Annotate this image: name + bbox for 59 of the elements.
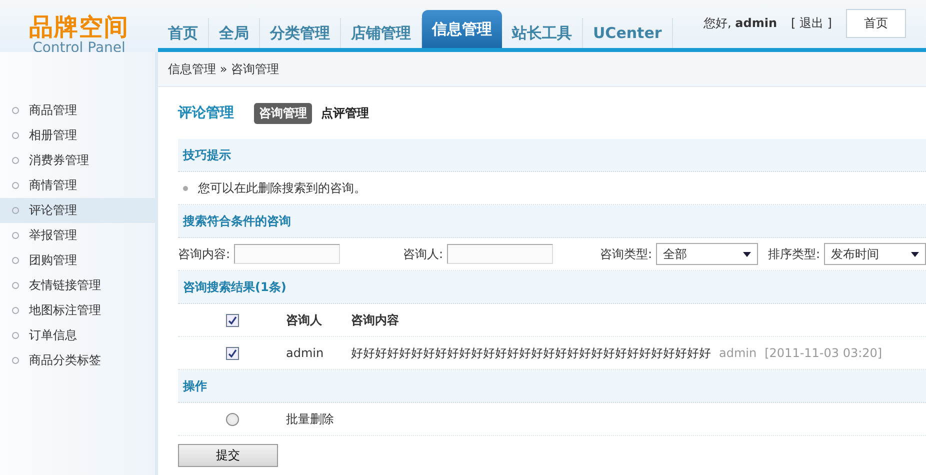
column-header: 咨询人 bbox=[286, 312, 323, 328]
tip-text: 您可以在此删除搜索到的咨询。 bbox=[198, 180, 366, 196]
user-greeting: 您好, admin bbox=[703, 15, 777, 32]
checkbox[interactable] bbox=[226, 314, 238, 326]
logo-subtitle: Control Panel bbox=[32, 40, 126, 56]
select-field[interactable]: 全部 bbox=[656, 243, 758, 265]
post-time: [2011-11-03 03:20] bbox=[764, 346, 882, 360]
bullet-icon bbox=[12, 307, 19, 314]
radio-button[interactable] bbox=[226, 412, 238, 426]
bullet-icon bbox=[12, 157, 19, 164]
nav-tab[interactable]: 信息管理 bbox=[422, 10, 502, 48]
section-header: 咨询搜索结果(1条) bbox=[178, 271, 926, 304]
caret-icon bbox=[743, 252, 751, 256]
input-field[interactable] bbox=[234, 244, 340, 264]
sidebar-item[interactable]: 商情管理 bbox=[0, 173, 155, 198]
poster-name: admin bbox=[719, 346, 757, 360]
field-label: 排序类型: bbox=[768, 246, 820, 262]
bullet-icon bbox=[12, 182, 19, 189]
sub-tab[interactable]: 咨询管理 bbox=[254, 102, 312, 124]
sidebar-item[interactable]: 地图标注管理 bbox=[0, 298, 155, 323]
bullet-icon bbox=[12, 357, 19, 364]
bullet-icon bbox=[183, 186, 188, 190]
bullet-icon bbox=[12, 257, 19, 264]
section-header: 操作 bbox=[178, 370, 926, 403]
bullet-icon bbox=[12, 132, 19, 139]
sidebar-item[interactable]: 团购管理 bbox=[0, 248, 155, 273]
section-header: 技巧提示 bbox=[178, 139, 926, 172]
field-label: 咨询类型: bbox=[600, 246, 652, 262]
column-header: 咨询内容 bbox=[351, 312, 399, 328]
logout-link[interactable]: [ 退出 ] bbox=[791, 15, 832, 32]
input-field[interactable] bbox=[447, 244, 553, 264]
home-button[interactable]: 首页 bbox=[846, 9, 906, 38]
section-header: 搜索符合条件的咨询 bbox=[178, 205, 926, 238]
field-label: 咨询内容: bbox=[178, 246, 230, 262]
bullet-icon bbox=[12, 282, 19, 289]
page-title: 评论管理 bbox=[178, 104, 234, 122]
sidebar-item[interactable]: 订单信息 bbox=[0, 323, 155, 348]
author-cell-text: admin bbox=[286, 346, 325, 360]
sidebar-item[interactable]: 举报管理 bbox=[0, 223, 155, 248]
option-label: 批量删除 bbox=[286, 410, 334, 428]
breadcrumb: 信息管理 » 咨询管理 bbox=[158, 52, 926, 87]
bullet-icon bbox=[12, 232, 19, 239]
sidebar-item[interactable]: 消费券管理 bbox=[0, 148, 155, 173]
field-label: 咨询人: bbox=[402, 246, 443, 262]
logo-title: 品牌空间 bbox=[29, 14, 129, 40]
sidebar-item[interactable]: 相册管理 bbox=[0, 123, 155, 148]
select-field[interactable]: 发布时间 bbox=[824, 243, 926, 265]
sidebar-item[interactable]: 商品管理 bbox=[0, 98, 155, 123]
submit-button[interactable]: 提交 bbox=[178, 444, 278, 467]
bullet-icon bbox=[12, 107, 19, 114]
bullet-icon bbox=[12, 207, 19, 214]
sidebar-item[interactable]: 评论管理 bbox=[0, 198, 155, 223]
sidebar-item[interactable]: 友情链接管理 bbox=[0, 273, 155, 298]
caret-icon bbox=[911, 252, 919, 256]
sub-tab[interactable]: 点评管理 bbox=[316, 102, 374, 124]
checkbox[interactable] bbox=[226, 346, 238, 360]
bullet-icon bbox=[12, 332, 19, 339]
content-cell: 好好好好好好好好好好好好好好好好好好好好好好好好好好好好好好 bbox=[351, 344, 711, 362]
sidebar-item[interactable]: 商品分类标签 bbox=[0, 348, 155, 373]
